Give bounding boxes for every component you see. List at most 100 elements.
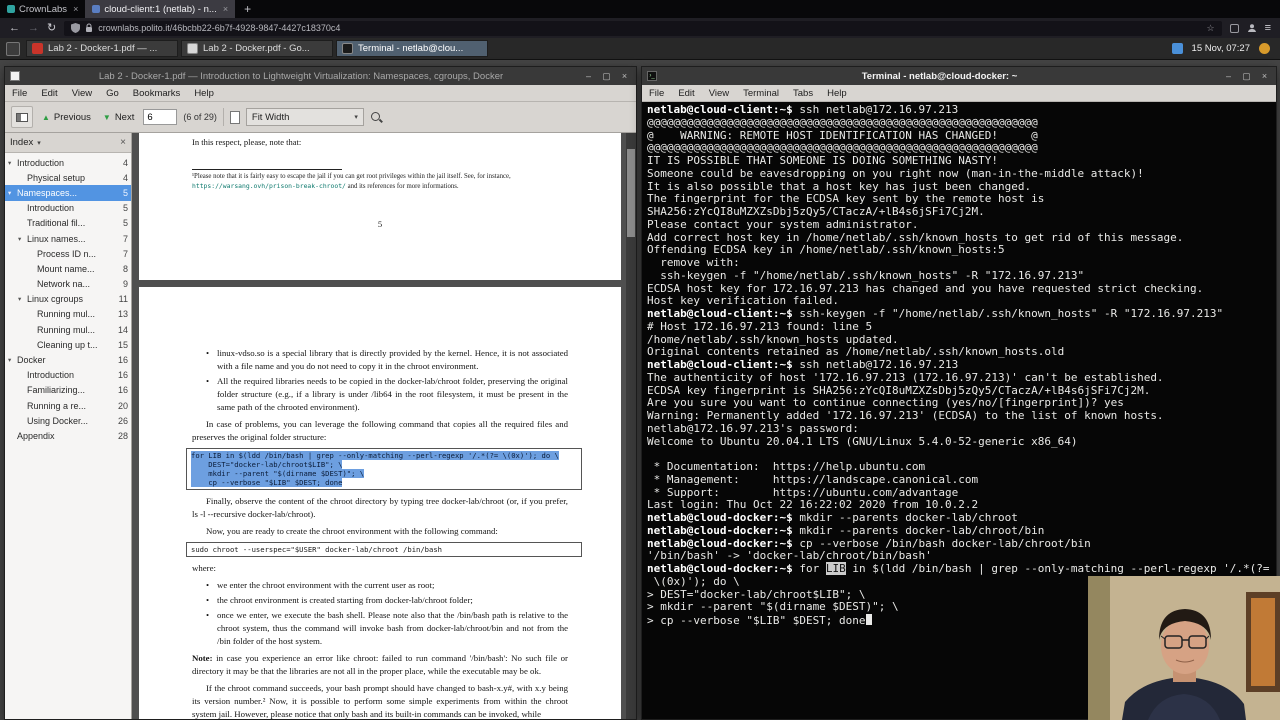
- taskbar-window-button[interactable]: Lab 2 - Docker-1.pdf — ...: [26, 40, 178, 57]
- tab-close-icon[interactable]: ×: [221, 4, 228, 14]
- index-item[interactable]: Introduction 16: [5, 368, 131, 383]
- tab-label: CrownLabs: [19, 3, 68, 15]
- browser-tabbar: CrownLabs × cloud-client:1 (netlab) - n...…: [0, 0, 1280, 18]
- index-item[interactable]: Running mul... 14: [5, 322, 131, 337]
- collapse-icon[interactable]: ▾: [8, 356, 17, 364]
- scrollbar-thumb[interactable]: [627, 149, 635, 237]
- shell-prompt: netlab@cloud-client:~$: [647, 307, 793, 320]
- terminal-line: # Host 172.16.97.213 found: line 5: [647, 319, 873, 333]
- terminal-line: The authenticity of host '172.16.97.213 …: [647, 370, 1164, 384]
- menu-item-tabs[interactable]: Tabs: [786, 88, 820, 99]
- terminal-line: netlab@cloud-client:~$ ssh-keygen -f "/h…: [647, 307, 1224, 320]
- code-block-2[interactable]: sudo chroot --userspec="$USER" docker-la…: [186, 542, 582, 557]
- menu-item-bookmarks[interactable]: Bookmarks: [126, 88, 188, 99]
- reload-icon[interactable]: ↻: [47, 22, 56, 34]
- menu-icon[interactable]: ≡: [1265, 22, 1271, 34]
- new-tab-button[interactable]: +: [235, 0, 260, 18]
- pdf-page-6: linux-vdso.so is a special library that …: [139, 287, 621, 719]
- index-item[interactable]: Network na... 9: [5, 277, 131, 292]
- search-icon[interactable]: [370, 111, 383, 124]
- index-item[interactable]: ▾ Introduction 4: [5, 155, 131, 170]
- pdf-titlebar[interactable]: Lab 2 - Docker-1.pdf — Introduction to L…: [5, 67, 636, 85]
- sidebar-toggle-button[interactable]: [11, 106, 33, 128]
- shield-icon[interactable]: [71, 23, 81, 33]
- collapse-icon[interactable]: ▾: [18, 235, 27, 243]
- taskbar-windows: Lab 2 - Docker-1.pdf — ... Lab 2 - Docker…: [26, 40, 488, 57]
- menu-item-edit[interactable]: Edit: [34, 88, 64, 99]
- index-item[interactable]: Using Docker... 26: [5, 413, 131, 428]
- note-paragraph: Note: in case you experience an error li…: [192, 652, 568, 678]
- account-icon[interactable]: [1247, 23, 1257, 33]
- minimize-button[interactable]: –: [1222, 71, 1235, 81]
- notification-icon[interactable]: [1259, 43, 1270, 54]
- taskbar-window-button[interactable]: Lab 2 - Docker.pdf - Go...: [181, 40, 333, 57]
- index-item[interactable]: ▾ Namespaces... 5: [5, 185, 131, 201]
- browser-tab[interactable]: cloud-client:1 (netlab) - n... ×: [85, 0, 236, 18]
- sidebar-close-icon[interactable]: ×: [120, 137, 126, 148]
- index-item[interactable]: Traditional fil... 5: [5, 216, 131, 231]
- back-icon[interactable]: ←: [9, 22, 20, 34]
- browser-tab[interactable]: CrownLabs ×: [0, 0, 85, 18]
- previous-label: Previous: [53, 111, 91, 123]
- code-line: sudo chroot --userspec="$USER" docker-la…: [191, 545, 442, 554]
- tab-favicon-icon: [92, 5, 101, 13]
- index-item[interactable]: Appendix 28: [5, 428, 131, 443]
- footnote-line2: and its references for more informations…: [345, 182, 459, 190]
- index-item[interactable]: Familiarizing... 16: [5, 383, 131, 398]
- index-item[interactable]: Introduction 5: [5, 201, 131, 216]
- page-number-input[interactable]: [143, 109, 178, 125]
- maximize-button[interactable]: ▢: [600, 71, 613, 82]
- browser-navbar: ← → ↻ crownlabs.polito.it/46bcbb22-6b7f-…: [0, 18, 1280, 38]
- pdf-toolbar: ▲Previous ▼Next (6 of 29) Fit Width ▾: [5, 102, 636, 133]
- menu-item-help[interactable]: Help: [187, 88, 221, 99]
- index-item[interactable]: Running mul... 13: [5, 307, 131, 322]
- paragraph: In case of problems, you can leverage th…: [192, 419, 568, 442]
- next-page-button[interactable]: ▼ Next: [100, 112, 137, 123]
- zoom-level-select[interactable]: Fit Width ▾: [245, 108, 364, 126]
- close-button[interactable]: ×: [1258, 71, 1271, 81]
- forward-icon[interactable]: →: [28, 22, 39, 34]
- applications-icon[interactable]: [6, 41, 20, 56]
- tab-close-icon[interactable]: ×: [71, 4, 78, 14]
- footnote-url[interactable]: https://warsang.ovh/prison-break-chroot/: [192, 182, 346, 190]
- menu-item-view[interactable]: View: [702, 88, 736, 99]
- extensions-icon[interactable]: [1229, 23, 1239, 33]
- menu-item-terminal[interactable]: Terminal: [736, 88, 786, 99]
- url-bar[interactable]: crownlabs.polito.it/46bcbb22-6b7f-4928-9…: [64, 20, 1222, 36]
- selected-code-text: for LIB in $(ldd /bin/bash | grep --only…: [191, 451, 559, 460]
- index-item[interactable]: Cleaning up t... 15: [5, 337, 131, 352]
- minimize-button[interactable]: –: [582, 71, 595, 81]
- terminal-window-title: Terminal - netlab@cloud-docker: ~: [861, 70, 1018, 82]
- index-item[interactable]: Physical setup 4: [5, 170, 131, 185]
- terminal-titlebar[interactable]: ›_ Terminal - netlab@cloud-docker: ~ – ▢…: [642, 67, 1276, 85]
- code-block-1[interactable]: for LIB in $(ldd /bin/bash | grep --only…: [186, 448, 582, 490]
- previous-page-button[interactable]: ▲ Previous: [39, 112, 94, 123]
- collapse-icon[interactable]: ▾: [8, 189, 17, 197]
- taskbar-window-button[interactable]: Terminal - netlab@clou...: [336, 40, 488, 57]
- index-item[interactable]: ▾ Docker 16: [5, 352, 131, 367]
- zoom-fit-icon[interactable]: [229, 110, 240, 124]
- index-item[interactable]: Process ID n... 7: [5, 246, 131, 261]
- collapse-icon[interactable]: ▾: [8, 159, 17, 167]
- menu-item-go[interactable]: Go: [99, 88, 126, 99]
- network-icon[interactable]: [1171, 43, 1183, 54]
- sidebar-dropdown-icon[interactable]: ▾: [37, 139, 41, 147]
- page5-number: 5: [377, 219, 383, 229]
- index-item[interactable]: ▾ Linux cgroups 11: [5, 292, 131, 307]
- menu-item-help[interactable]: Help: [820, 88, 854, 99]
- pdf-scrollbar[interactable]: [626, 133, 636, 719]
- index-item[interactable]: Mount name... 8: [5, 261, 131, 276]
- up-arrow-icon: ▲: [42, 112, 50, 122]
- collapse-icon[interactable]: ▾: [18, 295, 27, 303]
- tab-label: cloud-client:1 (netlab) - n...: [104, 3, 217, 15]
- menu-item-file[interactable]: File: [5, 88, 34, 99]
- menu-item-view[interactable]: View: [65, 88, 99, 99]
- bookmark-star-icon[interactable]: ☆: [1207, 23, 1215, 34]
- maximize-button[interactable]: ▢: [1240, 71, 1253, 82]
- close-button[interactable]: ×: [618, 71, 631, 81]
- clock: 15 Nov, 07:27: [1191, 43, 1250, 54]
- index-item[interactable]: Running a re... 20: [5, 398, 131, 413]
- menu-item-edit[interactable]: Edit: [671, 88, 701, 99]
- index-item[interactable]: ▾ Linux names... 7: [5, 231, 131, 246]
- menu-item-file[interactable]: File: [642, 88, 671, 99]
